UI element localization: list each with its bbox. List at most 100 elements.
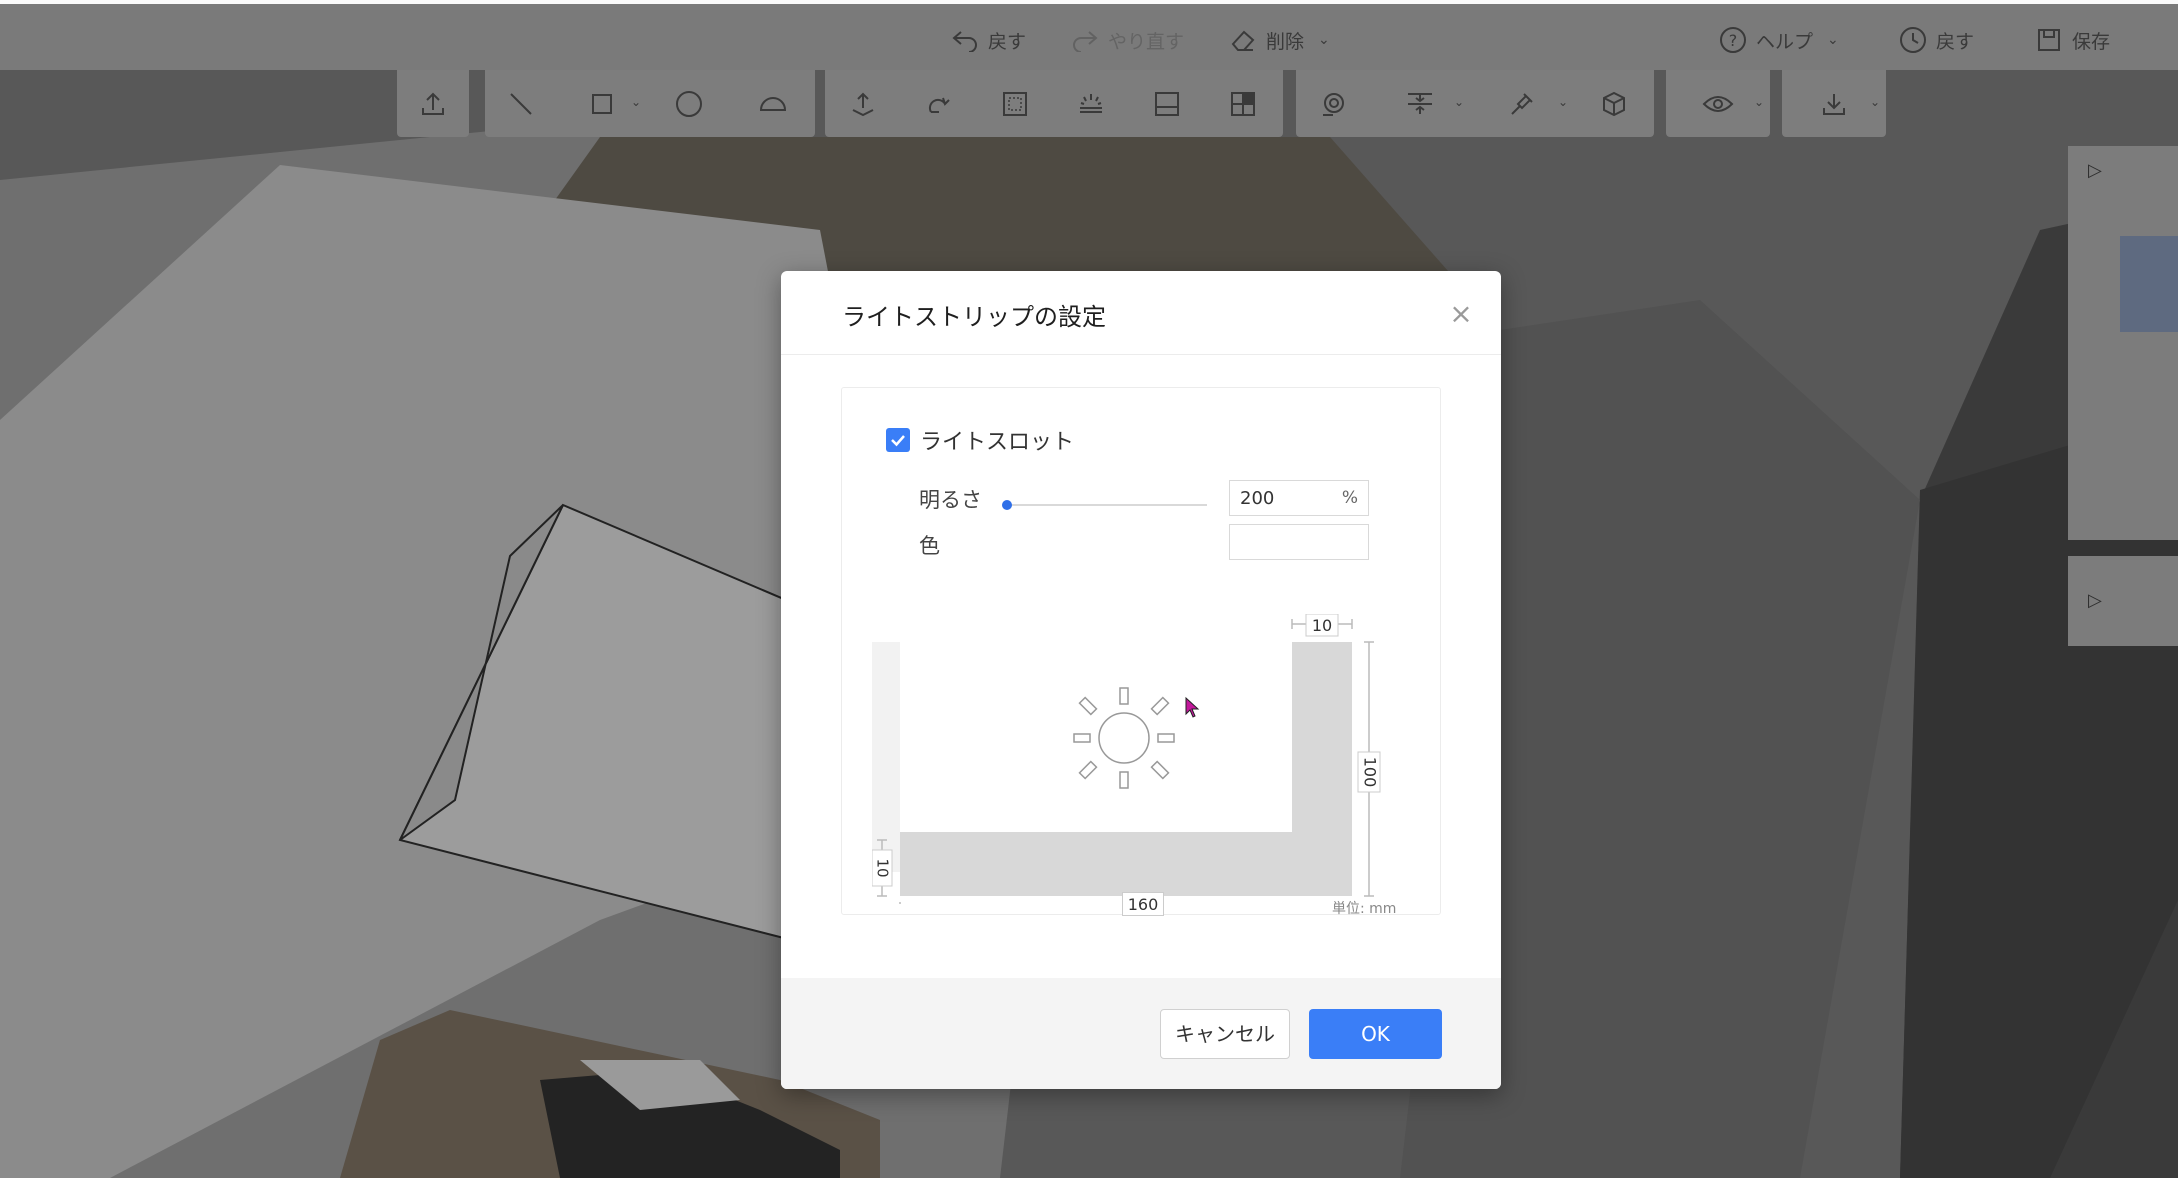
save-button[interactable]: 保存: [2034, 22, 2110, 58]
slider-thumb[interactable]: [1002, 500, 1012, 510]
light-strip-settings-dialog: ライトストリップの設定 × ライトスロット 明るさ 200 % 色 10 100…: [781, 271, 1501, 1089]
save-label: 保存: [2072, 30, 2111, 53]
cube-icon: [1603, 91, 1625, 116]
close-icon[interactable]: ×: [1445, 297, 1477, 330]
profile-shape: [900, 642, 1352, 896]
brightness-value: 200: [1240, 487, 1275, 509]
dialog-title: ライトストリップの設定: [842, 303, 1106, 331]
toolbar-group-import: [397, 70, 469, 137]
color-label: 色: [919, 534, 940, 558]
save-icon: [2034, 25, 2064, 55]
undo-button[interactable]: 戻す: [950, 22, 1026, 58]
arc-tool[interactable]: [731, 70, 815, 137]
help-icon: ?: [1718, 25, 1748, 55]
light-strip-tool[interactable]: [1053, 70, 1129, 137]
toolbar-group-export: ⌄: [1782, 70, 1886, 137]
chevron-down-icon: ⌄: [630, 95, 641, 109]
check-icon: [891, 435, 905, 447]
redo-button[interactable]: やり直す: [1070, 22, 1184, 58]
frame-icon: [1003, 91, 1027, 116]
collapse-panel-icon[interactable]: ▷: [2088, 590, 2102, 611]
right-panel-upper: ▷: [2068, 146, 2178, 540]
eye-icon: [1702, 95, 1734, 112]
help-dropdown[interactable]: ? ヘルプ ⌄: [1718, 22, 1839, 58]
download-tool[interactable]: ⌄: [1782, 70, 1886, 137]
redo-icon: [1070, 25, 1100, 55]
rotate-icon: [928, 97, 950, 113]
eraser-icon: [1228, 25, 1258, 55]
mouse-cursor-icon: [1185, 696, 1200, 718]
dim-top-width: 10: [1312, 616, 1332, 635]
slider-track: [1007, 504, 1207, 506]
push-pull-icon: [852, 92, 874, 116]
chevron-down-icon: ⌄: [1557, 95, 1568, 109]
line-tool[interactable]: [485, 70, 557, 137]
dim-height: 100: [1361, 757, 1380, 788]
zoom-tool[interactable]: [1296, 70, 1370, 137]
chevron-down-icon: ⌄: [1827, 32, 1839, 48]
visibility-tool[interactable]: ⌄: [1666, 70, 1770, 137]
top-header-bar: 戻す やり直す 削除 ⌄ ? ヘルプ ⌄ 戻す 保存: [0, 0, 2178, 70]
chevron-down-icon: ⌄: [1869, 95, 1880, 109]
view-gizmo[interactable]: [2120, 236, 2178, 332]
cancel-button[interactable]: キャンセル: [1160, 1009, 1290, 1059]
upload-icon: [422, 92, 444, 115]
rectangle-tool[interactable]: ⌄: [557, 70, 647, 137]
toolbar-group-tools: ⌄ ⌄: [1296, 70, 1654, 137]
delete-label: 削除: [1266, 30, 1305, 53]
light-strip-icon: [1080, 93, 1102, 113]
align-tool[interactable]: ⌄: [1370, 70, 1470, 137]
dialog-header: ライトストリップの設定 ×: [781, 271, 1501, 355]
circle-icon: [676, 90, 702, 117]
color-picker[interactable]: [1229, 524, 1369, 560]
clock-icon: [1898, 25, 1928, 55]
right-panel-lower: ▷: [2068, 556, 2178, 646]
circle-tool[interactable]: [647, 70, 731, 137]
history-label: 戻す: [1936, 30, 1975, 53]
dialog-footer: キャンセル OK: [781, 978, 1501, 1089]
history-button[interactable]: 戻す: [1898, 22, 1974, 58]
left-wall-shape: [872, 642, 900, 872]
collapse-panel-icon[interactable]: ▷: [2088, 160, 2102, 181]
toolbar-group-modify: [825, 70, 1283, 137]
redo-label: やり直す: [1108, 30, 1185, 53]
toolbar-group-draw: ⌄: [485, 70, 815, 137]
brightness-input[interactable]: 200 %: [1229, 480, 1369, 516]
unit-note: 単位: mm: [1332, 901, 1397, 917]
frame-tool[interactable]: [977, 70, 1053, 137]
chevron-down-icon: ⌄: [1318, 32, 1330, 48]
chevron-down-icon: ⌄: [1453, 95, 1464, 109]
light-slot-diagram: 10 100 10: [871, 613, 1412, 910]
split-panel-icon: [1231, 91, 1255, 116]
line-icon: [510, 92, 532, 115]
dim-width: 160: [1122, 892, 1164, 916]
undo-label: 戻す: [988, 30, 1027, 53]
brightness-unit: %: [1341, 488, 1358, 508]
delete-dropdown[interactable]: 削除 ⌄: [1228, 22, 1330, 58]
help-label: ヘルプ: [1756, 30, 1814, 53]
paint-brush-icon: [1511, 92, 1533, 115]
light-slot-checkbox-row[interactable]: ライトスロット: [886, 424, 1074, 456]
brightness-slider[interactable]: [1002, 496, 1207, 514]
panel-icon: [1155, 91, 1179, 116]
brightness-label: 明るさ: [919, 488, 982, 512]
rectangle-icon: [592, 93, 612, 114]
split-panel-tool[interactable]: [1205, 70, 1281, 137]
undo-icon: [950, 25, 980, 55]
light-slot-checkbox[interactable]: [886, 428, 910, 452]
align-icon: [1408, 92, 1432, 114]
push-pull-tool[interactable]: [825, 70, 901, 137]
arc-icon: [759, 96, 787, 111]
rotate-tool[interactable]: [901, 70, 977, 137]
light-slot-label: ライトスロット: [920, 430, 1075, 455]
svg-text:?: ?: [1729, 31, 1738, 50]
toolbar-group-view: ⌄: [1666, 70, 1770, 137]
ok-button[interactable]: OK: [1309, 1009, 1442, 1059]
upload-tool[interactable]: [397, 70, 469, 137]
search-zoom-icon: [1323, 92, 1344, 116]
cube-tool[interactable]: [1574, 70, 1654, 137]
light-icon: [1073, 687, 1175, 789]
paint-tool[interactable]: ⌄: [1470, 70, 1574, 137]
panel-tool[interactable]: [1129, 70, 1205, 137]
download-icon: [1823, 93, 1845, 115]
